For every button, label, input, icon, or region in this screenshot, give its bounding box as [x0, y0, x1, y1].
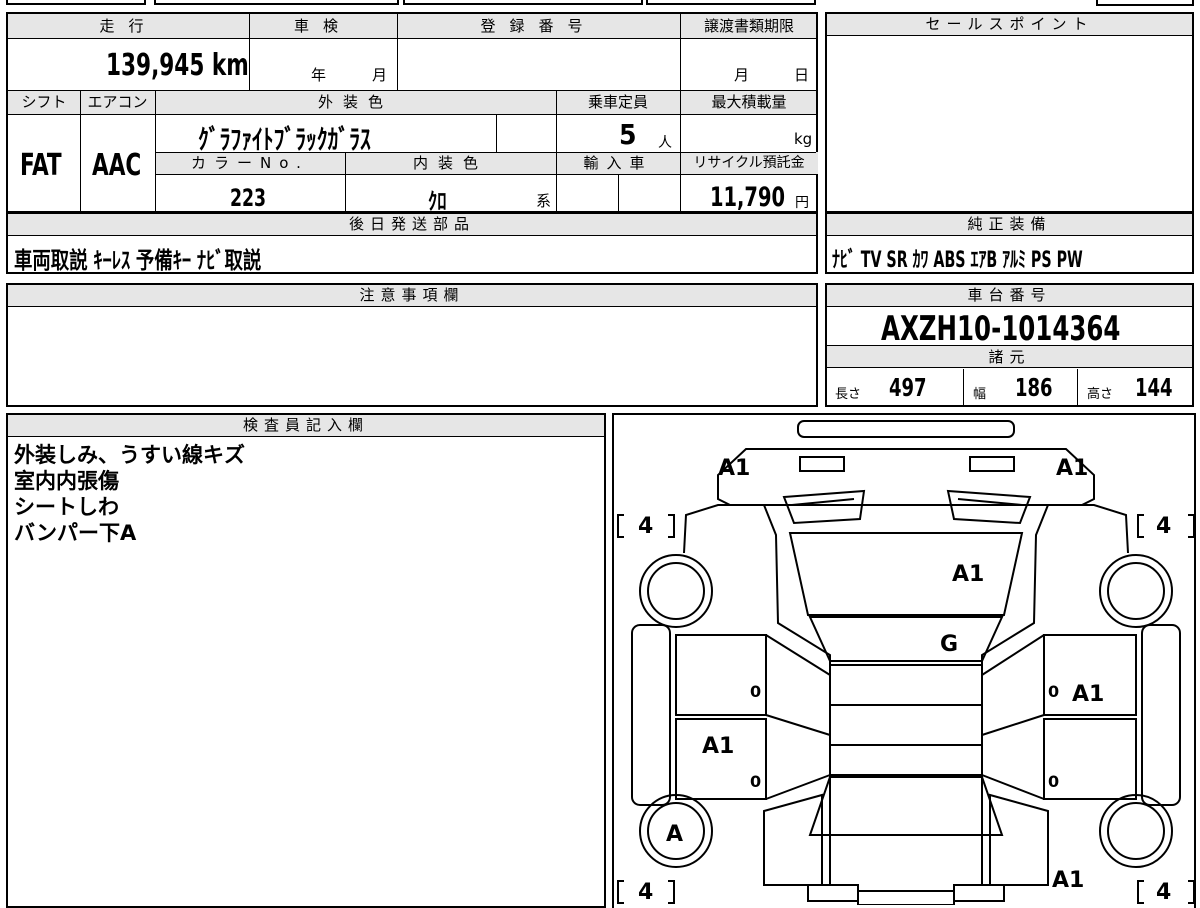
capacity-label: 乗車定員: [587, 93, 648, 111]
zero-mark: 0: [750, 772, 761, 791]
recycle-label: リサイクル預託金: [693, 155, 805, 171]
windshield-grade: G: [940, 632, 958, 657]
registration-label: 登録番号: [480, 17, 597, 35]
sales-point-box: セールスポイント: [825, 12, 1194, 213]
exterior-color-value: ｸﾞﾗﾌｧｲﾄﾌﾞﾗｯｸｶﾞﾗｽ: [198, 125, 371, 156]
shipping-parts-label: 後日発送部品: [8, 214, 816, 236]
zero-mark: 0: [1048, 682, 1059, 701]
left-door-grade: A1: [702, 734, 734, 759]
aircon-label: エアコン: [87, 93, 148, 111]
caution-box: 注意事項欄: [6, 283, 818, 407]
genuine-equipment-value: ﾅﾋﾞ TV SR ｶﾜ ABS ｴｱB ｱﾙﾐ PS PW: [832, 248, 1083, 273]
shaken-year: 年: [311, 66, 327, 84]
front-left-grade: A1: [718, 456, 750, 481]
hood-grade: A1: [952, 562, 984, 587]
genuine-equipment-box: 純正装備 ﾅﾋﾞ TV SR ｶﾜ ABS ｴｱB ｱﾙﾐ PS PW: [825, 212, 1194, 274]
height-label: 高さ: [1087, 387, 1114, 402]
chassis-value: AXZH10-1014364: [881, 309, 1121, 349]
tire-fr-grade: 4: [1156, 514, 1171, 539]
capacity-unit: 人: [658, 135, 672, 151]
shift-label: シフト: [21, 93, 67, 111]
rear-right-grade: A1: [1052, 868, 1084, 893]
tire-rl-grade: 4: [638, 880, 653, 905]
front-right-grade: A1: [1056, 456, 1088, 481]
inspector-label: 検査員記入欄: [8, 415, 604, 437]
interior-color-suffix: 系: [536, 192, 552, 210]
tire-rr-grade: 4: [1156, 880, 1171, 905]
length-value: 497: [889, 373, 927, 402]
transfer-month: 月: [734, 66, 750, 84]
shift-value: FAT: [20, 148, 62, 183]
chassis-box: 車台番号 AXZH10-1014364 諸元 長さ 497 幅 186 高さ 1…: [825, 283, 1194, 407]
max-load-label: 最大積載量: [711, 93, 787, 111]
width-label: 幅: [973, 387, 987, 402]
transfer-label: 譲渡書類期限: [703, 17, 794, 35]
sales-point-label: セールスポイント: [827, 14, 1192, 36]
tire-fl-grade: 4: [638, 514, 653, 539]
interior-color-value: ｸﾛ: [428, 189, 447, 215]
mileage-value: 139,945 km: [106, 48, 249, 83]
shipping-parts-value: 車両取説 ｷｰﾚｽ 予備ｷｰ ﾅﾋﾞ取説: [14, 248, 262, 274]
aircon-value: AAC: [92, 148, 142, 183]
right-fender-grade: A1: [1072, 682, 1104, 707]
inspector-note: バンパー下A: [14, 521, 137, 545]
shaken-label: 車検: [293, 17, 352, 35]
transfer-day: 日: [794, 66, 810, 84]
car-condition-diagram: 4 4 4 4 A1 A1 A1 G A1 A1 A A1 0 0 0 0: [612, 413, 1196, 908]
vehicle-info-table: 走行 車検 登録番号 譲渡書類期限 139,945 km 年 月 月 日 シフト…: [6, 12, 818, 215]
shipping-parts-box: 後日発送部品 車両取説 ｷｰﾚｽ 予備ｷｰ ﾅﾋﾞ取説: [6, 212, 818, 274]
specs-label: 諸元: [827, 345, 1192, 368]
inspector-box: 検査員記入欄 外装しみ、うすい線キズ 室内内張傷 シートしわ バンパー下A: [6, 413, 606, 908]
width-value: 186: [1015, 373, 1053, 402]
left-rear-wheel-grade: A: [666, 822, 683, 847]
inspector-note: 室内内張傷: [14, 469, 119, 493]
inspector-note: シートしわ: [14, 495, 119, 519]
exterior-color-label: 外装色: [317, 93, 393, 111]
max-load-unit: kg: [794, 130, 813, 148]
interior-color-label: 内装色: [412, 154, 488, 172]
height-value: 144: [1135, 373, 1173, 402]
color-no-label: カラーNo.: [191, 154, 309, 172]
color-no-value: 223: [230, 184, 267, 212]
mileage-label: 走行: [99, 17, 158, 35]
top-strip: [6, 0, 816, 6]
genuine-equipment-label: 純正装備: [827, 214, 1192, 236]
car-outline-svg: 4 4 4 4 A1 A1 A1 G A1 A1 A A1 0 0 0 0: [617, 420, 1195, 905]
zero-mark: 0: [1048, 772, 1059, 791]
chassis-label: 車台番号: [827, 285, 1192, 307]
caution-label: 注意事項欄: [8, 285, 816, 307]
capacity-value: 5: [619, 118, 637, 151]
length-label: 長さ: [835, 387, 862, 402]
shaken-month: 月: [372, 66, 388, 84]
recycle-value: 11,790: [710, 182, 785, 213]
import-label: 輸入車: [583, 154, 653, 172]
inspector-note: 外装しみ、うすい線キズ: [14, 443, 245, 467]
zero-mark: 0: [750, 682, 761, 701]
recycle-unit: 円: [795, 195, 809, 211]
